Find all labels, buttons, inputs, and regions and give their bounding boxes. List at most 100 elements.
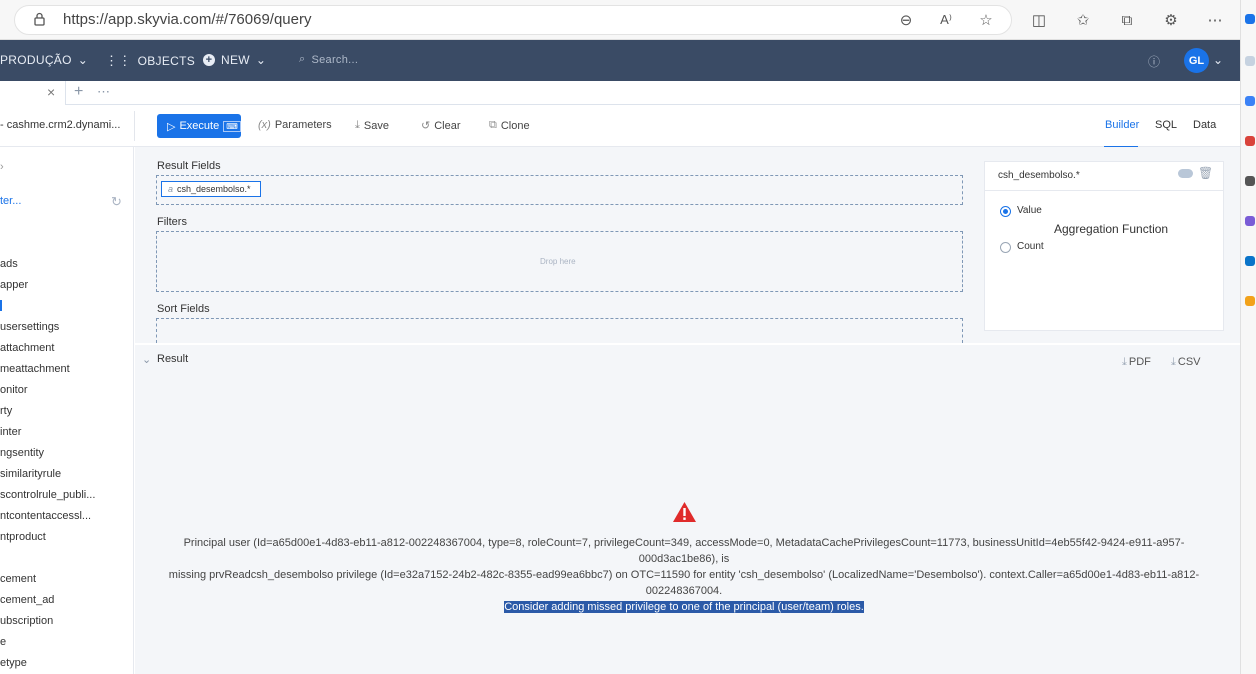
list-item[interactable]: cement_ad	[0, 594, 54, 606]
clone-button[interactable]: ⧉ Clone	[489, 119, 530, 132]
list-item[interactable]: ntproduct	[0, 531, 46, 543]
clear-button[interactable]: ↺ Clear	[421, 119, 461, 133]
sort-fields-label: Sort Fields	[157, 303, 210, 315]
refresh-icon: ↺	[421, 120, 431, 132]
toggle-icon[interactable]	[1178, 169, 1193, 178]
list-item[interactable]: inter	[0, 426, 21, 438]
more-tabs-icon[interactable]: ⋯	[97, 84, 110, 100]
games-icon[interactable]	[1245, 176, 1255, 186]
bing-icon[interactable]	[1245, 14, 1255, 24]
search-icon[interactable]	[1245, 56, 1255, 66]
keyboard-icon: ⌨	[223, 120, 241, 132]
list-item-selected[interactable]	[0, 300, 2, 311]
tools-icon[interactable]	[1245, 136, 1255, 146]
browser-toolbar: https://app.skyvia.com/#/76069/query ⊖ A…	[0, 0, 1240, 40]
chip-label: csh_desembolso.*	[177, 184, 251, 194]
save-label: Save	[363, 119, 389, 132]
zoom-out-icon[interactable]: ⊖	[896, 10, 916, 30]
result-fields-label: Result Fields	[157, 160, 221, 172]
add-tab-icon[interactable]: +	[74, 83, 83, 101]
more-menu-icon[interactable]: ⋯	[1205, 10, 1225, 30]
plus-circle-icon: +	[203, 54, 215, 66]
objects-menu[interactable]: ⋮⋮ OBJECTS	[105, 53, 195, 69]
workspace-menu[interactable]: PRODUÇÃO ⌄	[0, 53, 88, 67]
avatar[interactable]: GL	[1184, 48, 1209, 73]
list-item[interactable]: ubscription	[0, 615, 53, 627]
save-button[interactable]: ⤓ Save	[355, 119, 389, 132]
clear-label: Clear	[434, 119, 461, 132]
properties-title: csh_desembolso.*	[998, 170, 1080, 181]
query-tabs: × + ⋯	[0, 81, 1240, 105]
list-item[interactable]: ngsentity	[0, 447, 44, 459]
address-url[interactable]: https://app.skyvia.com/#/76069/query	[63, 11, 311, 28]
collections-icon[interactable]: ⧉	[1117, 10, 1137, 30]
warning-icon	[673, 502, 696, 522]
shopping-icon[interactable]	[1245, 96, 1255, 106]
sort-fields-dropzone[interactable]	[156, 318, 963, 343]
chevron-down-icon: ⌄	[77, 53, 89, 67]
list-item[interactable]: onitor	[0, 384, 28, 396]
result-label: Result	[157, 353, 189, 365]
pdf-label: PDF	[1128, 356, 1151, 368]
trash-icon[interactable]: 🗑	[1198, 166, 1213, 180]
divider	[134, 111, 135, 141]
list-item[interactable]: ads	[0, 258, 18, 270]
list-item[interactable]: meattachment	[0, 363, 70, 375]
list-item[interactable]: ntcontentaccessl...	[0, 510, 91, 522]
connection-selector[interactable]: - cashme.crm2.dynami...	[0, 119, 126, 131]
chevron-down-icon: ⌄	[255, 53, 267, 67]
result-panel: ⌄ Result ⤓ PDF ⤓ CSV	[135, 345, 1240, 674]
copilot-icon[interactable]	[1245, 216, 1255, 226]
error-message: Principal user (Id=a65d00e1-4d83-eb11-a8…	[150, 535, 1218, 615]
list-item[interactable]: scontrolrule_publi...	[0, 489, 95, 501]
close-icon[interactable]: ×	[47, 84, 55, 100]
play-icon: ▷	[167, 120, 176, 133]
execute-label: Execute	[179, 120, 220, 132]
split-screen-icon[interactable]: ◫	[1029, 10, 1049, 30]
parameters-label: Parameters	[274, 119, 332, 131]
list-item[interactable]: similarityrule	[0, 468, 61, 480]
aggregation-label: Aggregation Function	[1054, 222, 1169, 236]
alias-icon: a	[168, 184, 174, 194]
tab-builder[interactable]: Builder	[1105, 119, 1139, 131]
list-item[interactable]: e	[0, 636, 6, 648]
export-csv-button[interactable]: ⤓ CSV	[1171, 356, 1201, 369]
result-field-chip[interactable]: a csh_desembolso.*	[161, 181, 261, 197]
chevron-down-icon[interactable]: ⌄	[142, 353, 151, 366]
list-item[interactable]: apper	[0, 279, 28, 291]
tab-sql[interactable]: SQL	[1155, 119, 1177, 131]
grid-icon: ⋮⋮	[105, 53, 132, 68]
list-item[interactable]: usersettings	[0, 321, 59, 333]
list-item[interactable]: attachment	[0, 342, 54, 354]
refresh-icon[interactable]: ↻	[111, 194, 122, 210]
list-item[interactable]: etype	[0, 657, 27, 669]
favorites-icon[interactable]: ✩	[1073, 10, 1093, 30]
outlook-icon[interactable]	[1245, 256, 1255, 266]
lock-icon	[34, 12, 45, 26]
query-tab[interactable]: ×	[0, 81, 66, 105]
read-aloud-icon[interactable]: A⁾	[936, 10, 956, 30]
help-icon[interactable]: ⓘ	[1148, 53, 1160, 70]
drop-here-hint: Drop here	[540, 257, 576, 266]
filter-input[interactable]: ter...	[0, 195, 21, 207]
result-fields-dropzone[interactable]	[156, 175, 963, 205]
favorite-star-icon[interactable]: ☆	[976, 10, 996, 30]
tab-data[interactable]: Data	[1193, 119, 1216, 131]
count-radio[interactable]	[1000, 242, 1011, 253]
export-pdf-button[interactable]: ⤓ PDF	[1122, 356, 1151, 369]
parameters-button[interactable]: (x) Parameters	[258, 119, 332, 131]
objects-label: OBJECTS	[137, 54, 196, 68]
value-radio[interactable]	[1000, 206, 1011, 217]
search-field[interactable]: ⌕ Search...	[299, 53, 358, 66]
app-header: PRODUÇÃO ⌄ ⋮⋮ OBJECTS + NEW ⌄ ⌕ Search... ⓘ G…	[0, 40, 1240, 81]
execute-button[interactable]: ▷ Execute ⌨	[157, 114, 241, 138]
edge-sidebar	[1240, 0, 1256, 674]
field-properties-panel: csh_desembolso.* 🗑 Value Aggregation Fun…	[984, 161, 1224, 331]
list-item[interactable]: cement	[0, 573, 36, 585]
new-menu[interactable]: + NEW ⌄	[203, 53, 266, 67]
clone-label: Clone	[500, 119, 530, 132]
extensions-icon[interactable]: ⚙	[1161, 10, 1181, 30]
drop-icon[interactable]	[1245, 296, 1255, 306]
chevron-down-icon[interactable]: ⌄	[1213, 53, 1223, 67]
list-item[interactable]: rty	[0, 405, 12, 417]
